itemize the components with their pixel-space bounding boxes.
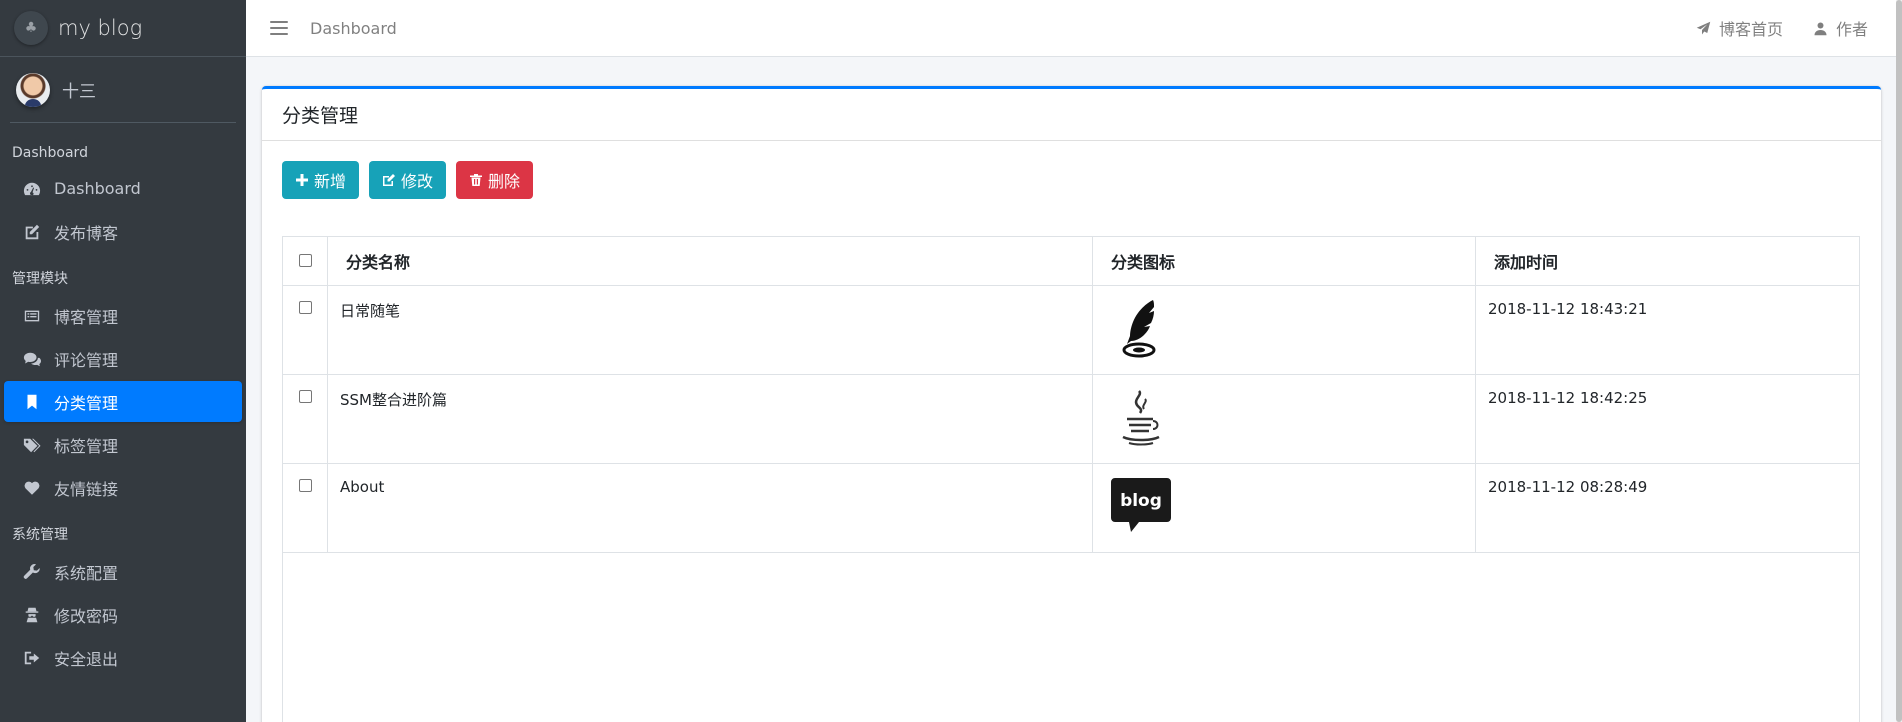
sidebar-item-label: 修改密码 <box>54 606 119 626</box>
paper-plane-icon <box>1696 21 1711 34</box>
delete-button-label: 删除 <box>488 174 521 191</box>
sign-out-icon <box>22 649 42 667</box>
nav-header-manage: 管理模块 <box>12 271 68 287</box>
menu-toggle-icon[interactable] <box>270 21 288 35</box>
page-scrollbar[interactable] <box>1896 0 1902 722</box>
sidebar-item-label: 安全退出 <box>54 649 119 669</box>
category-card: 分类管理 新增 修改 删除 分类名称 分类图标 添加时间 日常随笔 2018-1… <box>262 86 1881 722</box>
blog-bubble-icon: blog <box>1111 478 1171 532</box>
edit-icon <box>383 174 396 186</box>
card-header: 分类管理 <box>262 89 1881 141</box>
brand-link[interactable]: ♣ my blog <box>0 0 246 57</box>
sidebar-item-friend-links[interactable]: 友情链接 <box>4 467 242 508</box>
sidebar-item-tag-manage[interactable]: 标签管理 <box>4 424 242 465</box>
delete-button[interactable]: 删除 <box>456 161 534 199</box>
row-checkbox[interactable] <box>298 390 312 403</box>
row-select-cell <box>282 463 328 553</box>
row-select-cell <box>282 374 328 464</box>
add-button[interactable]: 新增 <box>282 161 360 199</box>
trash-icon <box>470 174 483 186</box>
brand-title: my blog <box>58 16 143 40</box>
feather-pen-icon <box>1122 300 1156 358</box>
select-all-cell <box>282 236 328 286</box>
plus-icon <box>296 174 308 186</box>
top-navbar: Dashboard 博客首页 作者 <box>246 0 1902 57</box>
sidebar-item-publish[interactable]: 发布博客 <box>4 211 242 252</box>
sidebar: ♣ my blog 十三 Dashboard Dashboard 发布博客 管理… <box>0 0 246 722</box>
add-button-label: 新增 <box>314 174 347 191</box>
sidebar-item-label: 标签管理 <box>54 436 119 456</box>
blog-home-link[interactable]: 博客首页 <box>1696 16 1783 40</box>
sidebar-item-logout[interactable]: 安全退出 <box>4 637 242 678</box>
scrollbar-thumb[interactable] <box>1896 0 1902 722</box>
author-label: 作者 <box>1835 20 1868 39</box>
sidebar-item-change-password[interactable]: 修改密码 <box>4 594 242 635</box>
sidebar-item-label: 系统配置 <box>54 563 119 583</box>
avatar <box>16 72 50 107</box>
edit-icon <box>22 223 42 241</box>
sidebar-item-label: 友情链接 <box>54 479 119 499</box>
sidebar-item-label: 分类管理 <box>54 393 119 413</box>
sidebar-item-system-config[interactable]: 系统配置 <box>4 551 242 592</box>
category-name: 日常随笔 <box>327 285 1093 375</box>
user-name[interactable]: 十三 <box>62 77 96 102</box>
table-empty-area <box>282 553 1860 722</box>
table-row[interactable]: 日常随笔 2018-11-12 18:43:21 <box>282 285 1860 375</box>
category-time: 2018-11-12 08:28:49 <box>1475 463 1860 553</box>
breadcrumb[interactable]: Dashboard <box>310 19 397 38</box>
toolbar: 新增 修改 删除 <box>282 161 1861 199</box>
tachometer-icon <box>22 180 42 198</box>
column-header-name[interactable]: 分类名称 <box>327 236 1093 286</box>
table-row[interactable]: SSM整合进阶篇 2018-11-12 18:42:25 <box>282 374 1860 464</box>
category-time: 2018-11-12 18:42:25 <box>1475 374 1860 464</box>
column-header-time[interactable]: 添加时间 <box>1475 236 1860 286</box>
sidebar-item-label: Dashboard <box>54 179 141 198</box>
bookmark-icon <box>22 393 42 411</box>
blog-home-label: 博客首页 <box>1718 20 1783 39</box>
nav-header-system: 系统管理 <box>12 527 68 543</box>
edit-button[interactable]: 修改 <box>369 161 447 199</box>
select-all-checkbox[interactable] <box>298 253 312 267</box>
sidebar-item-category-manage[interactable]: 分类管理 <box>4 381 242 422</box>
row-select-cell <box>282 285 328 375</box>
svg-text:blog: blog <box>1120 491 1162 511</box>
comments-icon <box>22 350 42 368</box>
category-time: 2018-11-12 18:43:21 <box>1475 285 1860 375</box>
user-panel[interactable]: 十三 <box>10 57 236 123</box>
sidebar-item-label: 博客管理 <box>54 307 119 327</box>
list-alt-icon <box>22 307 42 325</box>
sidebar-item-comment-manage[interactable]: 评论管理 <box>4 338 242 379</box>
column-header-icon[interactable]: 分类图标 <box>1092 236 1476 286</box>
edit-button-label: 修改 <box>401 174 434 191</box>
category-icon-cell <box>1092 374 1476 464</box>
nav-header-dashboard: Dashboard <box>12 145 88 161</box>
java-coffee-icon <box>1122 390 1160 446</box>
tags-icon <box>22 436 42 454</box>
category-name: About <box>327 463 1093 553</box>
sidebar-item-label: 发布博客 <box>54 223 119 243</box>
row-checkbox[interactable] <box>298 301 312 314</box>
sidebar-item-label: 评论管理 <box>54 350 119 370</box>
card-body: 新增 修改 删除 分类名称 分类图标 添加时间 日常随笔 2018-11-12 … <box>262 141 1881 722</box>
wrench-icon <box>22 563 42 581</box>
sidebar-item-blog-manage[interactable]: 博客管理 <box>4 295 242 336</box>
brand-logo-icon: ♣ <box>14 11 48 45</box>
row-checkbox[interactable] <box>298 479 312 492</box>
category-icon-cell <box>1092 285 1476 375</box>
card-title: 分类管理 <box>282 105 359 127</box>
user-icon <box>1814 22 1827 35</box>
author-link[interactable]: 作者 <box>1813 16 1868 40</box>
table-header-row: 分类名称 分类图标 添加时间 <box>282 236 1860 286</box>
category-name: SSM整合进阶篇 <box>327 374 1093 464</box>
table-row[interactable]: About blog 2018-11-12 08:28:49 <box>282 463 1860 553</box>
user-secret-icon <box>22 606 42 624</box>
category-icon-cell: blog <box>1092 463 1476 553</box>
sidebar-item-dashboard[interactable]: Dashboard <box>4 168 242 209</box>
top-right-links: 博客首页 作者 <box>1666 16 1868 40</box>
sidebar-nav: Dashboard Dashboard 发布博客 管理模块 博客管理 评论管理 … <box>0 123 246 688</box>
category-table: 分类名称 分类图标 添加时间 日常随笔 2018-11-12 18:43:21 … <box>282 236 1860 553</box>
heart-icon <box>22 479 42 497</box>
